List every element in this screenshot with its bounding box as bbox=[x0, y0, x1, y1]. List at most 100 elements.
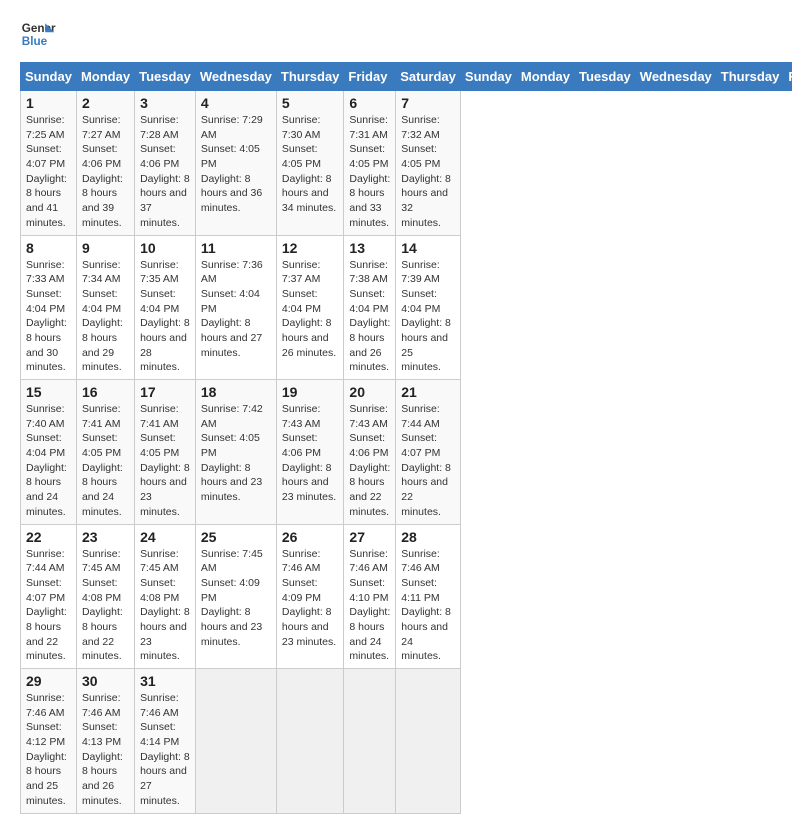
day-header-friday: Friday bbox=[784, 63, 792, 91]
day-number: 3 bbox=[140, 95, 190, 111]
calendar-cell: 20 Sunrise: 7:43 AM Sunset: 4:06 PM Dayli… bbox=[344, 380, 396, 525]
day-info: Sunrise: 7:46 AM Sunset: 4:11 PM Dayligh… bbox=[401, 547, 455, 665]
day-number: 10 bbox=[140, 240, 190, 256]
logo: General Blue bbox=[20, 16, 56, 52]
day-header-wednesday: Wednesday bbox=[635, 63, 716, 91]
day-header-sunday: Sunday bbox=[21, 63, 77, 91]
page-header: General Blue bbox=[20, 16, 772, 52]
day-number: 27 bbox=[349, 529, 390, 545]
day-number: 29 bbox=[26, 673, 71, 689]
day-info: Sunrise: 7:27 AM Sunset: 4:06 PM Dayligh… bbox=[82, 113, 129, 231]
day-header-monday: Monday bbox=[516, 63, 574, 91]
day-header-saturday: Saturday bbox=[396, 63, 461, 91]
calendar-cell: 3Sunrise: 7:28 AM Sunset: 4:06 PM Daylig… bbox=[135, 91, 196, 236]
day-info: Sunrise: 7:45 AM Sunset: 4:08 PM Dayligh… bbox=[140, 547, 190, 665]
calendar-cell: 14 Sunrise: 7:39 AM Sunset: 4:04 PM Dayli… bbox=[396, 235, 461, 380]
day-header-tuesday: Tuesday bbox=[575, 63, 636, 91]
calendar-cell: 2 Sunrise: 7:27 AM Sunset: 4:06 PM Daylig… bbox=[76, 91, 134, 236]
day-header-thursday: Thursday bbox=[276, 63, 344, 91]
day-number: 2 bbox=[82, 95, 129, 111]
day-number: 23 bbox=[82, 529, 129, 545]
day-info: Sunrise: 7:33 AM Sunset: 4:04 PM Dayligh… bbox=[26, 258, 71, 376]
calendar-cell: 21 Sunrise: 7:44 AM Sunset: 4:07 PM Dayli… bbox=[396, 380, 461, 525]
calendar-cell: 8Sunrise: 7:33 AM Sunset: 4:04 PM Daylig… bbox=[21, 235, 77, 380]
calendar-header-row: SundayMondayTuesdayWednesdayThursdayFrid… bbox=[21, 63, 792, 91]
day-header-wednesday: Wednesday bbox=[195, 63, 276, 91]
logo-icon: General Blue bbox=[20, 16, 56, 52]
day-number: 25 bbox=[201, 529, 271, 545]
day-info: Sunrise: 7:32 AM Sunset: 4:05 PM Dayligh… bbox=[401, 113, 455, 231]
day-info: Sunrise: 7:46 AM Sunset: 4:09 PM Dayligh… bbox=[282, 547, 339, 650]
day-info: Sunrise: 7:34 AM Sunset: 4:04 PM Dayligh… bbox=[82, 258, 129, 376]
calendar-cell: 4Sunrise: 7:29 AM Sunset: 4:05 PM Daylig… bbox=[195, 91, 276, 236]
day-number: 19 bbox=[282, 384, 339, 400]
calendar-cell: 1 Sunrise: 7:25 AM Sunset: 4:07 PM Daylig… bbox=[21, 91, 77, 236]
day-number: 6 bbox=[349, 95, 390, 111]
day-info: Sunrise: 7:41 AM Sunset: 4:05 PM Dayligh… bbox=[82, 402, 129, 520]
day-info: Sunrise: 7:35 AM Sunset: 4:04 PM Dayligh… bbox=[140, 258, 190, 376]
day-number: 26 bbox=[282, 529, 339, 545]
day-info: Sunrise: 7:44 AM Sunset: 4:07 PM Dayligh… bbox=[401, 402, 455, 520]
svg-text:Blue: Blue bbox=[22, 35, 48, 48]
calendar-cell: 12Sunrise: 7:37 AM Sunset: 4:04 PM Dayli… bbox=[276, 235, 344, 380]
calendar-cell: 29 Sunrise: 7:46 AM Sunset: 4:12 PM Dayli… bbox=[21, 669, 77, 814]
day-number: 22 bbox=[26, 529, 71, 545]
day-number: 24 bbox=[140, 529, 190, 545]
day-number: 31 bbox=[140, 673, 190, 689]
calendar-cell: 16 Sunrise: 7:41 AM Sunset: 4:05 PM Dayli… bbox=[76, 380, 134, 525]
day-info: Sunrise: 7:38 AM Sunset: 4:04 PM Dayligh… bbox=[349, 258, 390, 376]
day-number: 17 bbox=[140, 384, 190, 400]
calendar-cell bbox=[344, 669, 396, 814]
day-number: 9 bbox=[82, 240, 129, 256]
day-info: Sunrise: 7:39 AM Sunset: 4:04 PM Dayligh… bbox=[401, 258, 455, 376]
calendar-cell: 30 Sunrise: 7:46 AM Sunset: 4:13 PM Dayli… bbox=[76, 669, 134, 814]
day-info: Sunrise: 7:36 AM Sunset: 4:04 PM Dayligh… bbox=[201, 258, 271, 361]
calendar-cell: 15Sunrise: 7:40 AM Sunset: 4:04 PM Dayli… bbox=[21, 380, 77, 525]
calendar-cell bbox=[195, 669, 276, 814]
calendar-cell: 5Sunrise: 7:30 AM Sunset: 4:05 PM Daylig… bbox=[276, 91, 344, 236]
day-info: Sunrise: 7:46 AM Sunset: 4:10 PM Dayligh… bbox=[349, 547, 390, 665]
day-number: 12 bbox=[282, 240, 339, 256]
calendar-cell: 25Sunrise: 7:45 AM Sunset: 4:09 PM Dayli… bbox=[195, 524, 276, 669]
calendar-cell: 31 Sunrise: 7:46 AM Sunset: 4:14 PM Dayli… bbox=[135, 669, 196, 814]
calendar-week-row: 22Sunrise: 7:44 AM Sunset: 4:07 PM Dayli… bbox=[21, 524, 792, 669]
day-info: Sunrise: 7:42 AM Sunset: 4:05 PM Dayligh… bbox=[201, 402, 271, 505]
calendar-cell: 28 Sunrise: 7:46 AM Sunset: 4:11 PM Dayli… bbox=[396, 524, 461, 669]
day-info: Sunrise: 7:40 AM Sunset: 4:04 PM Dayligh… bbox=[26, 402, 71, 520]
calendar-cell: 18 Sunrise: 7:42 AM Sunset: 4:05 PM Dayli… bbox=[195, 380, 276, 525]
day-info: Sunrise: 7:46 AM Sunset: 4:13 PM Dayligh… bbox=[82, 691, 129, 809]
day-info: Sunrise: 7:43 AM Sunset: 4:06 PM Dayligh… bbox=[349, 402, 390, 520]
day-header-sunday: Sunday bbox=[460, 63, 516, 91]
calendar-week-row: 29 Sunrise: 7:46 AM Sunset: 4:12 PM Dayli… bbox=[21, 669, 792, 814]
calendar-cell: 26 Sunrise: 7:46 AM Sunset: 4:09 PM Dayli… bbox=[276, 524, 344, 669]
calendar-cell bbox=[276, 669, 344, 814]
day-number: 20 bbox=[349, 384, 390, 400]
calendar-cell: 22Sunrise: 7:44 AM Sunset: 4:07 PM Dayli… bbox=[21, 524, 77, 669]
calendar-cell: 13Sunrise: 7:38 AM Sunset: 4:04 PM Dayli… bbox=[344, 235, 396, 380]
calendar-week-row: 15Sunrise: 7:40 AM Sunset: 4:04 PM Dayli… bbox=[21, 380, 792, 525]
day-info: Sunrise: 7:29 AM Sunset: 4:05 PM Dayligh… bbox=[201, 113, 271, 216]
day-number: 14 bbox=[401, 240, 455, 256]
calendar-week-row: 8Sunrise: 7:33 AM Sunset: 4:04 PM Daylig… bbox=[21, 235, 792, 380]
day-info: Sunrise: 7:30 AM Sunset: 4:05 PM Dayligh… bbox=[282, 113, 339, 216]
calendar-cell: 19 Sunrise: 7:43 AM Sunset: 4:06 PM Dayli… bbox=[276, 380, 344, 525]
day-number: 16 bbox=[82, 384, 129, 400]
day-info: Sunrise: 7:41 AM Sunset: 4:05 PM Dayligh… bbox=[140, 402, 190, 520]
day-info: Sunrise: 7:31 AM Sunset: 4:05 PM Dayligh… bbox=[349, 113, 390, 231]
day-number: 21 bbox=[401, 384, 455, 400]
calendar-cell: 23Sunrise: 7:45 AM Sunset: 4:08 PM Dayli… bbox=[76, 524, 134, 669]
calendar-table: SundayMondayTuesdayWednesdayThursdayFrid… bbox=[20, 62, 792, 814]
day-number: 1 bbox=[26, 95, 71, 111]
day-info: Sunrise: 7:46 AM Sunset: 4:14 PM Dayligh… bbox=[140, 691, 190, 809]
day-info: Sunrise: 7:46 AM Sunset: 4:12 PM Dayligh… bbox=[26, 691, 71, 809]
calendar-cell: 11Sunrise: 7:36 AM Sunset: 4:04 PM Dayli… bbox=[195, 235, 276, 380]
day-number: 30 bbox=[82, 673, 129, 689]
day-header-monday: Monday bbox=[76, 63, 134, 91]
day-header-friday: Friday bbox=[344, 63, 396, 91]
day-number: 18 bbox=[201, 384, 271, 400]
day-info: Sunrise: 7:43 AM Sunset: 4:06 PM Dayligh… bbox=[282, 402, 339, 505]
day-number: 28 bbox=[401, 529, 455, 545]
day-info: Sunrise: 7:25 AM Sunset: 4:07 PM Dayligh… bbox=[26, 113, 71, 231]
calendar-cell: 7Sunrise: 7:32 AM Sunset: 4:05 PM Daylig… bbox=[396, 91, 461, 236]
calendar-cell: 17 Sunrise: 7:41 AM Sunset: 4:05 PM Dayli… bbox=[135, 380, 196, 525]
